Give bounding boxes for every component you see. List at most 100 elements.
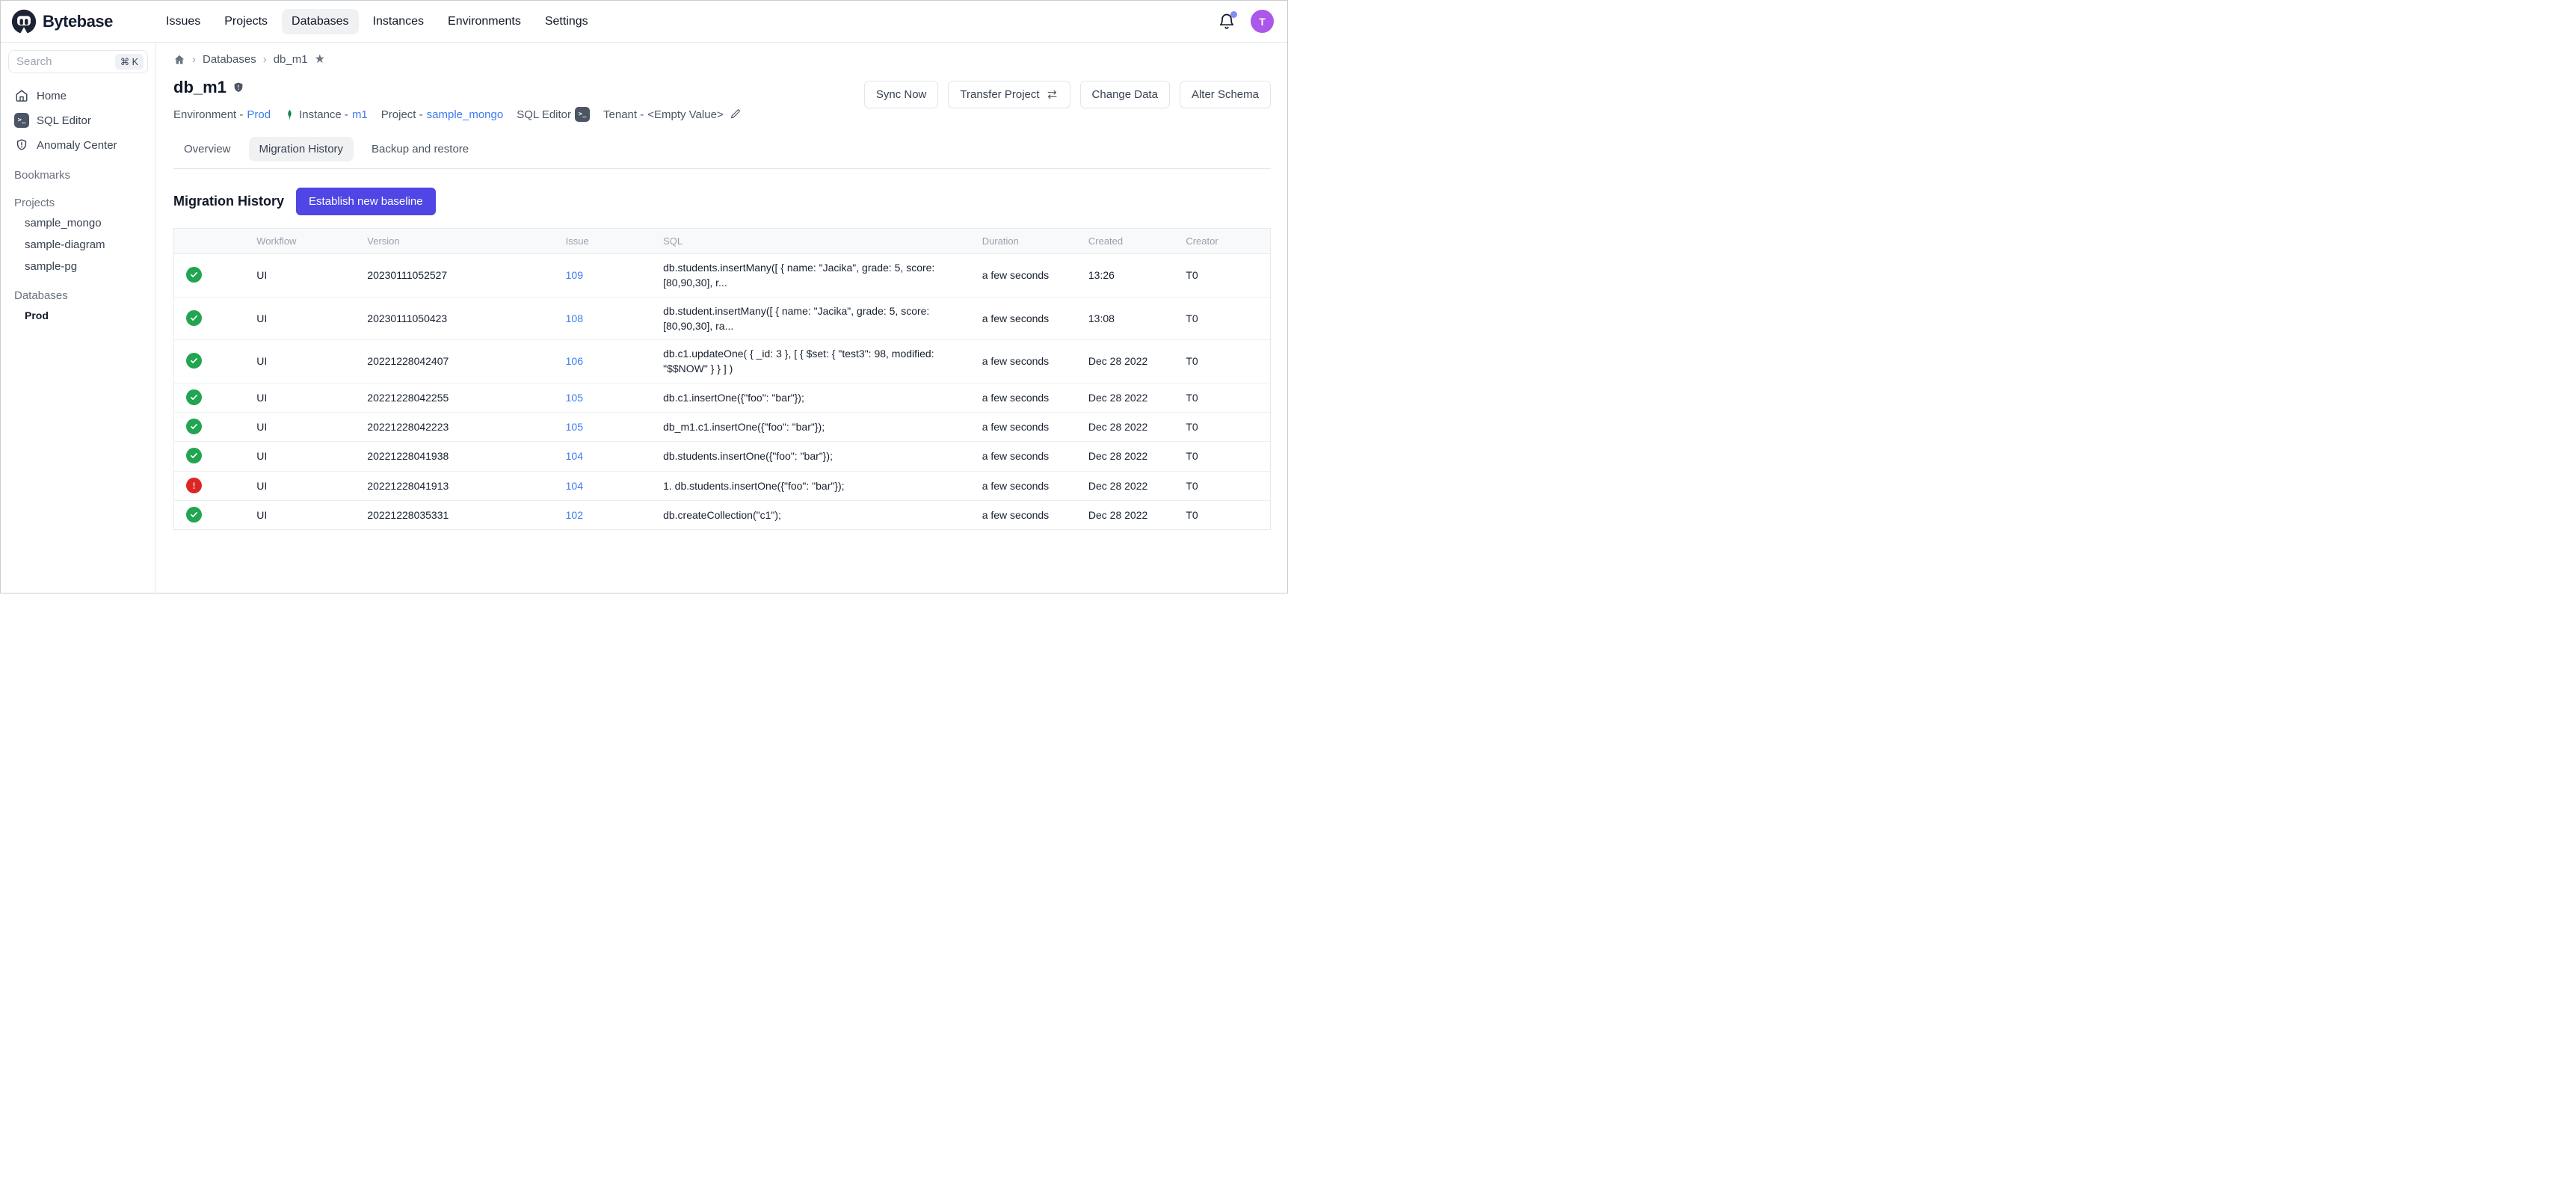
sql-cell: db.students.insertOne({"foo": "bar"}); [654, 442, 973, 471]
created-cell: Dec 28 2022 [1079, 471, 1177, 500]
created-cell: Dec 28 2022 [1079, 442, 1177, 471]
instance-link[interactable]: m1 [352, 108, 368, 121]
col-created: Created [1079, 229, 1177, 254]
bytebase-logo-icon [11, 9, 37, 34]
alter-schema-button[interactable]: Alter Schema [1180, 81, 1271, 108]
title-block: db_m1 Environment - Prod [173, 78, 748, 122]
sync-now-button[interactable]: Sync Now [864, 81, 939, 108]
breadcrumb-current: db_m1 [274, 53, 308, 66]
creator-cell: T0 [1177, 340, 1270, 383]
sidebar-section-databases: Databases [8, 283, 148, 305]
version-cell: 20221228042223 [358, 413, 556, 442]
breadcrumb-separator: › [263, 53, 267, 66]
breadcrumb-home-icon[interactable] [173, 54, 185, 66]
tenant-value: <Empty Value> [647, 108, 723, 121]
sql-cell: db.createCollection("c1"); [654, 500, 973, 529]
home-icon [14, 89, 29, 102]
created-cell: Dec 28 2022 [1079, 383, 1177, 412]
user-avatar[interactable]: T [1251, 10, 1274, 33]
tab-migration-history[interactable]: Migration History [249, 137, 354, 161]
creator-cell: T0 [1177, 500, 1270, 529]
duration-cell: a few seconds [973, 297, 1079, 340]
issue-link[interactable]: 102 [566, 509, 583, 521]
created-cell: Dec 28 2022 [1079, 500, 1177, 529]
created-cell: 13:26 [1079, 254, 1177, 297]
issue-link[interactable]: 104 [566, 450, 583, 462]
transfer-project-button[interactable]: Transfer Project [948, 81, 1070, 108]
status-icon [186, 267, 202, 283]
search-input[interactable] [16, 55, 115, 68]
sql-editor-terminal-icon[interactable]: >_ [575, 107, 590, 122]
status-icon [186, 448, 202, 463]
col-status [174, 229, 247, 254]
instance-label: Instance - [299, 108, 348, 121]
sidebar-project-sample-diagram[interactable]: sample-diagram [8, 234, 148, 256]
issue-link[interactable]: 105 [566, 392, 583, 404]
edit-pencil-icon[interactable] [730, 108, 742, 120]
environment-label: Environment - [173, 108, 243, 121]
issue-link[interactable]: 104 [566, 480, 583, 492]
bookmark-star-icon[interactable]: ★ [315, 54, 325, 66]
notification-bell-icon[interactable] [1218, 13, 1236, 31]
col-duration: Duration [973, 229, 1079, 254]
database-meta: Environment - Prod Instance - m1 [173, 107, 748, 122]
breadcrumb-databases[interactable]: Databases [203, 53, 256, 66]
tab-overview[interactable]: Overview [173, 137, 241, 161]
creator-cell: T0 [1177, 413, 1270, 442]
sql-cell: 1. db.students.insertOne({"foo": "bar"})… [654, 471, 973, 500]
creator-cell: T0 [1177, 471, 1270, 500]
sidebar-project-sample-pg[interactable]: sample-pg [8, 256, 148, 277]
migration-table-body: UI 20230111052527 109 db.students.insert… [174, 254, 1270, 530]
created-cell: 13:08 [1079, 297, 1177, 340]
workflow-cell: UI [247, 442, 358, 471]
sidebar-item-sql-editor[interactable]: >_ SQL Editor [8, 108, 148, 133]
issue-link[interactable]: 109 [566, 269, 583, 281]
duration-cell: a few seconds [973, 383, 1079, 412]
notification-dot [1230, 11, 1237, 18]
col-workflow: Workflow [247, 229, 358, 254]
table-row: UI 20221228041913 104 1. db.students.ins… [174, 471, 1270, 500]
workflow-cell: UI [247, 471, 358, 500]
tab-backup-and-restore[interactable]: Backup and restore [361, 137, 479, 161]
col-version: Version [358, 229, 556, 254]
issue-link[interactable]: 108 [566, 312, 583, 324]
bytebase-logo[interactable]: Bytebase [11, 9, 156, 34]
header-right: T [1218, 10, 1274, 33]
change-data-button[interactable]: Change Data [1080, 81, 1170, 108]
col-issue: Issue [557, 229, 654, 254]
nav-databases[interactable]: Databases [282, 9, 359, 34]
duration-cell: a few seconds [973, 442, 1079, 471]
establish-baseline-button[interactable]: Establish new baseline [296, 188, 436, 215]
sidebar-database-prod[interactable]: Prod [8, 305, 148, 326]
transfer-project-label: Transfer Project [960, 88, 1039, 101]
duration-cell: a few seconds [973, 254, 1079, 297]
sidebar-project-sample-mongo[interactable]: sample_mongo [8, 212, 148, 234]
col-creator: Creator [1177, 229, 1270, 254]
nav-issues[interactable]: Issues [156, 9, 210, 34]
version-cell: 20221228041913 [358, 471, 556, 500]
breadcrumb: › Databases › db_m1 ★ [173, 53, 1271, 66]
environment-link[interactable]: Prod [247, 108, 271, 121]
table-header-row: Workflow Version Issue SQL Duration Crea… [174, 229, 1270, 254]
creator-cell: T0 [1177, 383, 1270, 412]
nav-projects[interactable]: Projects [215, 9, 277, 34]
tab-bar: Overview Migration History Backup and re… [173, 137, 1271, 169]
project-link[interactable]: sample_mongo [427, 108, 504, 121]
nav-environments[interactable]: Environments [438, 9, 531, 34]
nav-instances[interactable]: Instances [363, 9, 434, 34]
duration-cell: a few seconds [973, 413, 1079, 442]
tenant-label: Tenant - [603, 108, 644, 121]
issue-link[interactable]: 105 [566, 421, 583, 433]
title-row: db_m1 Environment - Prod [173, 78, 1271, 122]
breadcrumb-separator: › [192, 53, 196, 66]
project-label: Project - [381, 108, 423, 121]
sidebar-item-anomaly-center[interactable]: Anomaly Center [8, 133, 148, 157]
issue-link[interactable]: 106 [566, 355, 583, 367]
status-icon [186, 389, 202, 405]
table-row: UI 20221228042407 106 db.c1.updateOne( {… [174, 340, 1270, 383]
sql-cell: db.student.insertMany([ { name: "Jacika"… [654, 297, 973, 340]
sidebar-item-home[interactable]: Home [8, 84, 148, 108]
sql-cell: db_m1.c1.insertOne({"foo": "bar"}); [654, 413, 973, 442]
table-row: UI 20221228042223 105 db_m1.c1.insertOne… [174, 413, 1270, 442]
nav-settings[interactable]: Settings [535, 9, 598, 34]
